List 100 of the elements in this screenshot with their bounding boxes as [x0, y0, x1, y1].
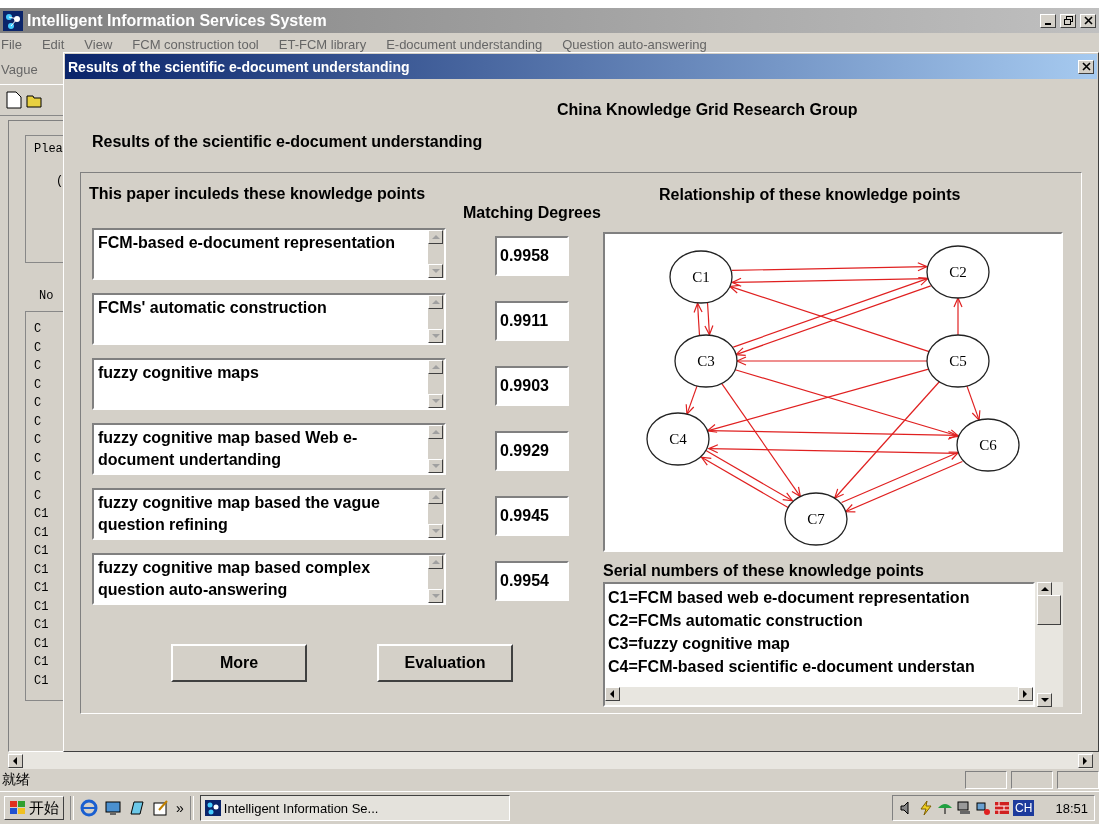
dialog-button[interactable]: More	[171, 644, 307, 682]
degree-field[interactable]: 0.9958	[495, 236, 569, 276]
node-label: C5	[949, 353, 967, 369]
list-item[interactable]: C	[34, 486, 42, 505]
scroll-down-button[interactable]	[428, 329, 443, 343]
scroll-up-button[interactable]	[428, 425, 443, 439]
close-button[interactable]	[1078, 59, 1094, 74]
clock: 18:51	[1055, 800, 1088, 816]
menu-item[interactable]: File	[1, 37, 22, 53]
list-item[interactable]: C	[34, 431, 42, 450]
folder-icon[interactable]	[26, 92, 42, 108]
scroll-down-button[interactable]	[428, 394, 443, 408]
scroll-left-button[interactable]	[8, 753, 23, 768]
scroll-up-button[interactable]	[1037, 582, 1052, 596]
lightning-icon[interactable]	[918, 800, 935, 816]
list-item[interactable]: C1	[34, 542, 49, 561]
language-indicator[interactable]: CH	[1013, 800, 1035, 816]
degree-field[interactable]: 0.9945	[495, 496, 569, 536]
list-item[interactable]: C1=FCM based web e-document representation	[608, 586, 1033, 609]
desktop-icon[interactable]	[104, 799, 122, 817]
degree-field[interactable]: 0.9954	[495, 561, 569, 601]
minimize-button[interactable]	[1040, 13, 1056, 28]
menu-item[interactable]: Question auto-answering	[562, 37, 707, 53]
menu-item[interactable]: ET-FCM library	[278, 37, 367, 53]
knowledge-point-field[interactable]: fuzzy cognitive maps	[92, 358, 446, 410]
list-label: No	[38, 289, 55, 303]
app-logo-icon	[204, 800, 221, 816]
app-logo-icon	[3, 10, 23, 31]
edit-icon[interactable]	[152, 799, 170, 817]
scroll-thumb[interactable]	[1037, 594, 1061, 625]
restore-button[interactable]	[1060, 13, 1076, 28]
scroll-right-button[interactable]	[1018, 687, 1033, 701]
scroll-down-button[interactable]	[428, 264, 443, 278]
degree-field[interactable]: 0.9929	[495, 431, 569, 471]
knowledge-point-field[interactable]: FCMs' automatic construction	[92, 293, 446, 345]
list-item[interactable]: C	[34, 375, 42, 394]
node-label: C3	[697, 353, 715, 369]
knowledge-point-field[interactable]: FCM-based e-document representation	[92, 228, 446, 280]
list-item[interactable]: C	[34, 412, 42, 431]
group-name: China Knowledge Grid Research Group	[557, 101, 858, 118]
node-label: C7	[807, 511, 825, 527]
windows-flag-icon	[9, 800, 27, 816]
list-item[interactable]: C	[34, 320, 42, 339]
column-label: Matching Degrees	[463, 204, 601, 221]
scroll-down-button[interactable]	[428, 524, 443, 538]
new-document-icon[interactable]	[6, 91, 22, 109]
list-item[interactable]: C2=FCMs automatic construction	[608, 609, 1033, 632]
list-item[interactable]: C	[34, 449, 42, 468]
menu-item[interactable]: FCM construction tool	[132, 37, 259, 53]
dialog-button[interactable]: Evaluation	[377, 644, 513, 682]
scroll-up-button[interactable]	[428, 360, 443, 374]
window-title: Intelligent Information Services System	[27, 11, 328, 30]
scroll-up-button[interactable]	[428, 555, 443, 569]
knowledge-point-field[interactable]: fuzzy cognitive map based complex question auto-answering	[92, 553, 446, 605]
scroll-up-button[interactable]	[428, 230, 443, 244]
taskbar-button[interactable]: Intelligent Information Se...	[199, 795, 510, 821]
degree-field[interactable]: 0.9903	[495, 366, 569, 406]
scroll-down-button[interactable]	[1037, 693, 1052, 707]
graph-label: Relationship of these knowledge points	[659, 186, 961, 203]
section-heading: Results of the scientific e-document understanding	[92, 133, 483, 150]
status-panel	[1011, 771, 1053, 789]
list-item[interactable]: C	[34, 357, 42, 376]
menu-item[interactable]: View	[84, 37, 113, 53]
scroll-left-button[interactable]	[605, 687, 620, 701]
node-label: C1	[692, 269, 710, 285]
restore-icon	[1063, 16, 1073, 25]
list-item[interactable]: C1	[34, 597, 49, 616]
serial-list[interactable]: C1=FCM based web e-document representation C2=FCMs automatic construction C3=fuzzy cognitive map C4=FCM-based scientific e-document understan	[603, 582, 1035, 707]
list-item[interactable]: C1	[34, 671, 49, 690]
list-item[interactable]: C1	[34, 579, 49, 598]
degree-field[interactable]: 0.9911	[495, 301, 569, 341]
list-item[interactable]: C	[34, 394, 42, 413]
brick-wall-icon[interactable]	[994, 800, 1011, 816]
list-item[interactable]: C	[34, 338, 42, 357]
list-item[interactable]: C1	[34, 523, 49, 542]
knowledge-point-field[interactable]: fuzzy cognitive map based Web e-document undertanding	[92, 423, 446, 475]
list-label: Serial numbers of these knowledge points	[603, 562, 924, 579]
more-button[interactable]: »	[176, 800, 184, 816]
menu-item[interactable]: Edit	[41, 37, 65, 53]
menu-item[interactable]: E-document understanding	[386, 37, 543, 53]
list-item[interactable]: C1	[34, 653, 49, 672]
menu-item[interactable]: Vague	[1, 62, 38, 84]
list-item[interactable]: C1	[34, 560, 49, 579]
list-item[interactable]: C3=fuzzy cognitive map	[608, 632, 1033, 655]
scroll-up-button[interactable]	[428, 490, 443, 504]
scroll-up-button[interactable]	[428, 295, 443, 309]
close-button[interactable]	[1080, 13, 1096, 28]
list-item[interactable]: C4=FCM-based scientific e-document understan	[608, 655, 1033, 678]
knowledge-point-field[interactable]: fuzzy cognitive map based the vague question refining	[92, 488, 446, 540]
scroll-right-button[interactable]	[1078, 753, 1093, 768]
scroll-down-button[interactable]	[428, 459, 443, 473]
computer-icon[interactable]	[956, 800, 973, 816]
start-button[interactable]: 开始	[4, 796, 64, 820]
browser-icon[interactable]	[80, 799, 98, 817]
list-item[interactable]: C1	[34, 634, 49, 653]
list-item[interactable]: C	[34, 468, 42, 487]
list-item[interactable]: C1	[34, 616, 49, 635]
minimize-icon	[1045, 22, 1051, 25]
list-item[interactable]: C1	[34, 505, 49, 524]
scroll-down-button[interactable]	[428, 589, 443, 603]
